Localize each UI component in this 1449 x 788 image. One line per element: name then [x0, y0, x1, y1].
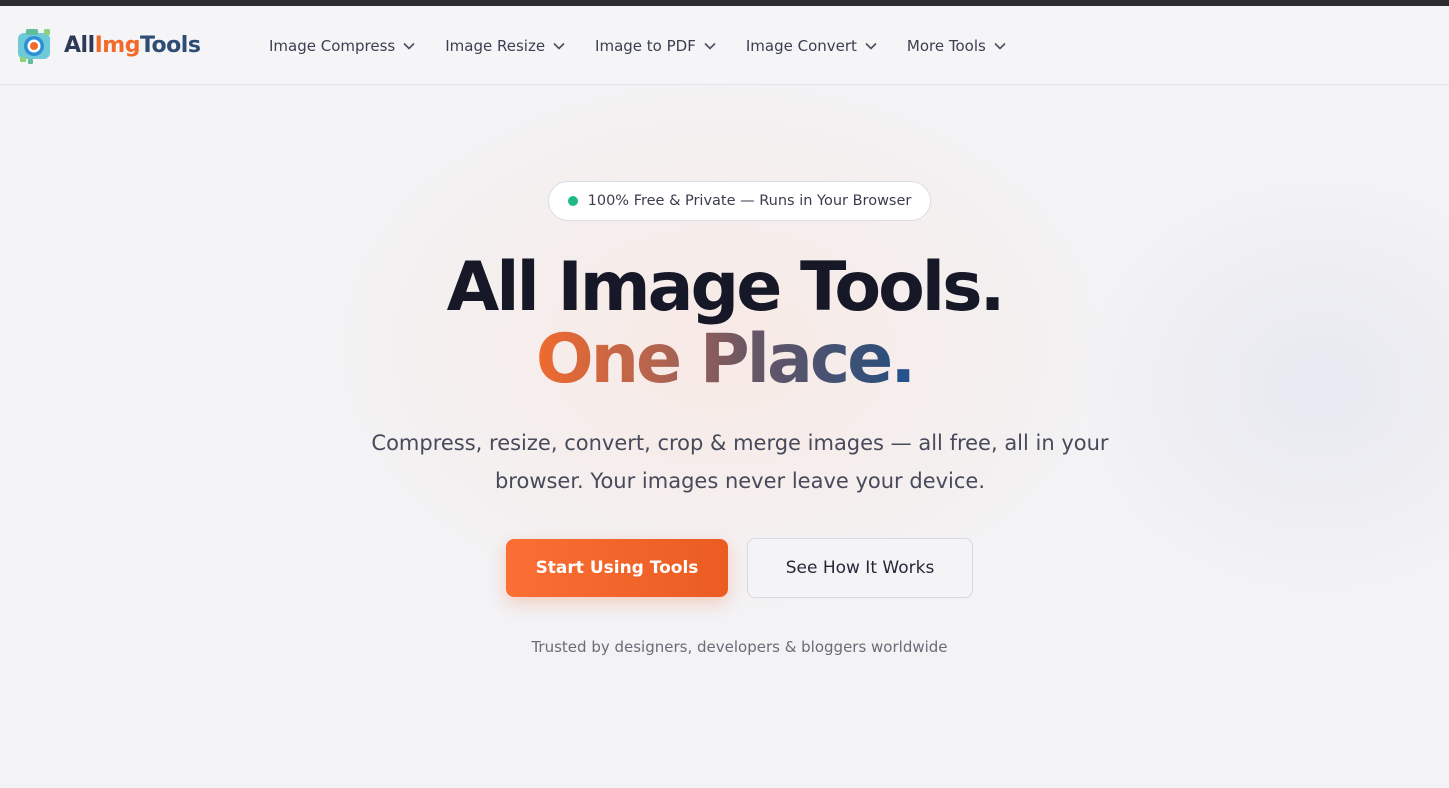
chevron-down-icon — [704, 42, 716, 50]
nav-item-label: More Tools — [906, 36, 986, 55]
nav-item-image-to-pdf[interactable]: Image to PDF — [595, 37, 716, 55]
nav-item-label: Image to PDF — [595, 36, 696, 55]
brand-logo[interactable]: All Img Tools — [14, 24, 201, 66]
nav-item-label: Image Resize — [445, 36, 546, 55]
chevron-down-icon — [553, 42, 565, 50]
nav-item-image-convert[interactable]: Image Convert — [746, 37, 877, 55]
nav-item-more-tools[interactable]: More Tools — [907, 37, 1006, 55]
camera-logo-icon — [18, 29, 50, 64]
headline-line-1: All Image Tools. — [446, 248, 1006, 327]
main-nav: Image Compress Image Resize Image to PDF… — [269, 6, 1036, 85]
badge-text: 100% Free & Private — Runs in Your Brows… — [587, 193, 912, 209]
trusted-by-text: Trusted by designers, developers & blogg… — [531, 638, 948, 656]
headline-dot: . — [890, 320, 916, 399]
headline-gradient-text: One Place — [535, 320, 893, 399]
headline-line-2: One Place. — [0, 320, 1449, 400]
nav-item-image-compress[interactable]: Image Compress — [269, 37, 415, 55]
chevron-down-icon — [403, 42, 415, 50]
status-dot-icon — [567, 196, 578, 206]
start-using-tools-button[interactable]: Start Using Tools — [506, 539, 728, 597]
chevron-down-icon — [865, 42, 877, 50]
top-navbar: All Img Tools Image Compress Image Resiz… — [0, 6, 1449, 85]
hero-subtitle: Compress, resize, convert, crop & merge … — [371, 431, 1109, 493]
chevron-down-icon — [994, 42, 1006, 50]
nav-item-label: Image Convert — [745, 36, 857, 55]
brand-name: All Img Tools — [64, 32, 201, 58]
privacy-badge: 100% Free & Private — Runs in Your Brows… — [548, 181, 931, 221]
nav-item-label: Image Compress — [269, 36, 396, 55]
nav-item-image-resize[interactable]: Image Resize — [445, 37, 565, 55]
brand-part-img: Img — [94, 32, 141, 58]
brand-part-all: All — [64, 32, 95, 58]
see-how-it-works-button[interactable]: See How It Works — [747, 538, 973, 598]
brand-part-tools: Tools — [139, 32, 201, 58]
